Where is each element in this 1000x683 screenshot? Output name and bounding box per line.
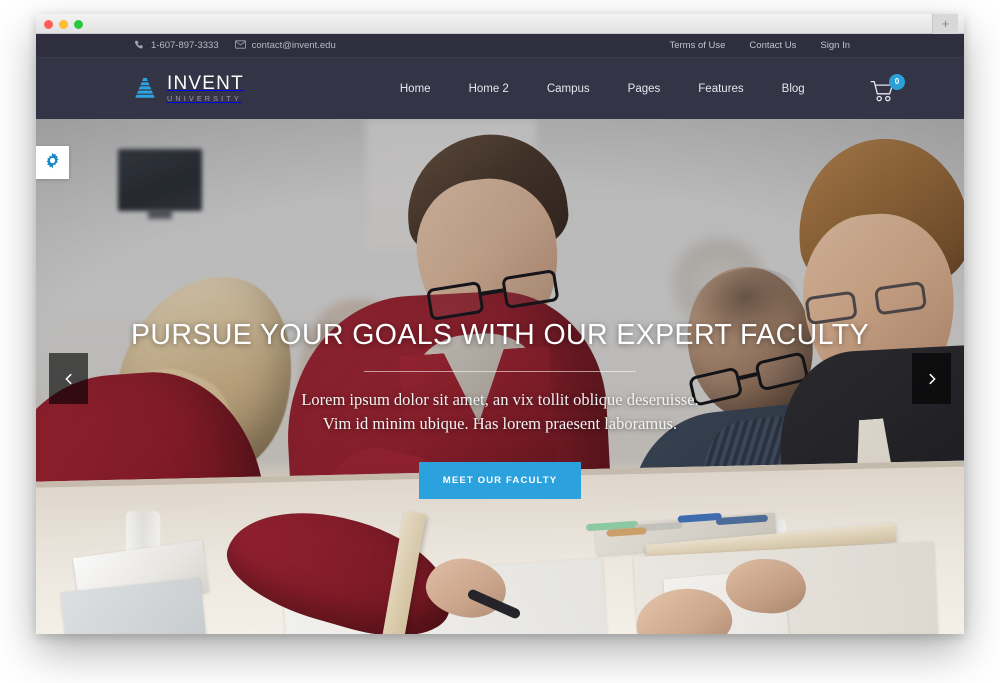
- pyramid-steps-icon: [132, 76, 158, 100]
- hero-caption: PURSUE YOUR GOALS WITH OUR EXPERT FACULT…: [36, 319, 964, 499]
- email-address: contact@invent.edu: [251, 40, 336, 51]
- theme-switcher-button[interactable]: [36, 146, 69, 179]
- phone-number: 1-607-897-3333: [151, 40, 219, 51]
- cart-count-badge: 0: [889, 73, 905, 90]
- hero-subtitle: Lorem ipsum dolor sit amet, an vix tolli…: [36, 388, 964, 436]
- topbar-links: Terms of Use Contact Us Sign In: [669, 40, 850, 51]
- topbar-link-terms-of-use[interactable]: Terms of Use: [669, 40, 725, 51]
- window-controls: [44, 20, 83, 29]
- slider-next-button[interactable]: [912, 353, 951, 404]
- hero-title: PURSUE YOUR GOALS WITH OUR EXPERT FACULT…: [130, 319, 869, 351]
- nav-item-features[interactable]: Features: [679, 83, 762, 95]
- browser-titlebar: +: [36, 14, 964, 34]
- maximize-window-button[interactable]: [74, 20, 83, 29]
- hero-divider: [364, 371, 636, 372]
- hero-subtitle-line-1: Lorem ipsum dolor sit amet, an vix tolli…: [301, 390, 699, 409]
- chevron-left-icon: [62, 372, 76, 386]
- logo-text: INVENT UNIVERSITY: [167, 74, 244, 102]
- logo-title: INVENT: [167, 73, 244, 95]
- envelope-icon: [234, 40, 246, 51]
- nav-item-home[interactable]: Home: [381, 83, 450, 95]
- nav-item-home-2[interactable]: Home 2: [450, 83, 528, 95]
- topbar-link-contact-us[interactable]: Contact Us: [749, 40, 796, 51]
- hero-slider: PURSUE YOUR GOALS WITH OUR EXPERT FACULT…: [36, 119, 964, 634]
- phone-icon: [134, 40, 145, 51]
- close-window-button[interactable]: [44, 20, 53, 29]
- top-utility-bar: 1-607-897-3333 contact@invent.edu Terms …: [36, 34, 964, 58]
- logo-subtitle: UNIVERSITY: [167, 94, 242, 104]
- nav-item-campus[interactable]: Campus: [528, 83, 609, 95]
- browser-window: + 1-607-897-3333 contact@invent.edu Term…: [36, 14, 964, 634]
- nav-item-pages[interactable]: Pages: [609, 83, 680, 95]
- site-logo[interactable]: INVENT UNIVERSITY: [132, 74, 244, 103]
- new-tab-button[interactable]: +: [932, 14, 958, 34]
- minimize-window-button[interactable]: [59, 20, 68, 29]
- phone-contact[interactable]: 1-607-897-3333: [134, 40, 219, 51]
- nav-item-blog[interactable]: Blog: [763, 83, 824, 95]
- topbar-link-sign-in[interactable]: Sign In: [820, 40, 850, 51]
- primary-nav: Home Home 2 Campus Pages Features Blog: [381, 83, 824, 95]
- hero-subtitle-line-2: Vim id minim ubique. Has lorem praesent …: [322, 413, 678, 433]
- cart-button[interactable]: 0: [870, 73, 905, 104]
- chevron-right-icon: [925, 372, 939, 386]
- topbar-contact-group: 1-607-897-3333 contact@invent.edu: [134, 40, 336, 51]
- email-contact[interactable]: contact@invent.edu: [234, 40, 336, 51]
- page-viewport: 1-607-897-3333 contact@invent.edu Terms …: [36, 34, 964, 634]
- gear-icon: [44, 152, 61, 174]
- slider-prev-button[interactable]: [49, 353, 88, 404]
- hero-cta-button[interactable]: MEET OUR FACULTY: [418, 461, 582, 499]
- main-navigation-bar: INVENT UNIVERSITY Home Home 2 Campus Pag…: [36, 58, 964, 119]
